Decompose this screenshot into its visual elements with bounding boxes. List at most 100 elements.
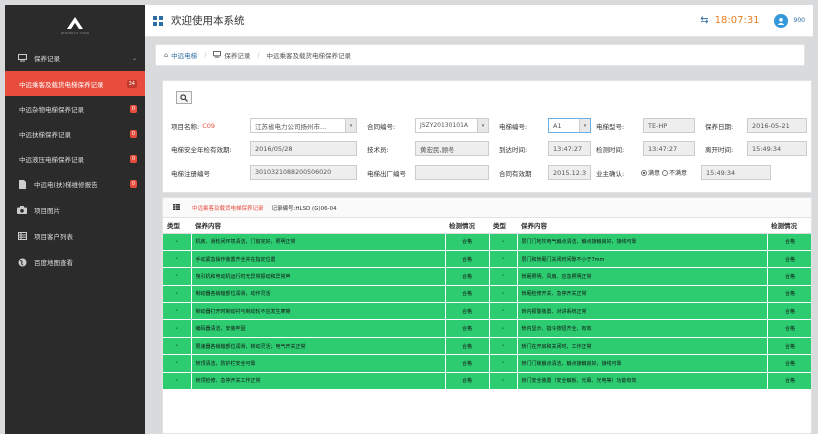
elevator-model-field[interactable]: TE-HP xyxy=(643,118,695,133)
table-row[interactable]: • 轿顶清洁，防护栏安全可靠 合格 • 轿门门锁触点清洁，触点接触良好，接线可靠 合格 xyxy=(163,354,811,373)
factory-no-field[interactable] xyxy=(415,165,489,180)
safety-check-label: 电梯安全年检有效期: xyxy=(171,145,232,154)
sidebar-item-label: 中远乘客及载货电梯保养记录 xyxy=(19,80,104,89)
sidebar-item-escalator[interactable]: 中远扶梯保养记录 0 xyxy=(5,121,145,146)
table-row[interactable]: • 制动器各销轴部位润滑，动作灵活 合格 • 轿厢检修开关、急停开关正常 合格 xyxy=(163,285,811,304)
status-cell: 合格 xyxy=(767,337,811,356)
elevator-no-select[interactable]: A1 ▾ xyxy=(548,118,591,133)
table-row[interactable]: • 编码器清洁，安装牢固 合格 • 轿内显示、指令按钮齐全、有效 合格 xyxy=(163,319,811,338)
globe-icon xyxy=(17,257,27,267)
username[interactable]: 900 xyxy=(794,17,805,24)
status-cell: 合格 xyxy=(445,250,490,269)
count-badge: 0 xyxy=(129,104,137,113)
radio-unsatisfied[interactable]: 不满意 xyxy=(662,168,687,177)
maintenance-item: 轿厢照明、风扇、应急照明正常 xyxy=(517,267,768,286)
table-row[interactable]: • 曳引机和电动机运行时无异常振动和异常声 合格 • 轿厢照明、风扇、应急照明正常 合格 xyxy=(163,267,811,286)
breadcrumb-home[interactable]: 中远电梯 xyxy=(171,50,197,60)
maint-date-field[interactable]: 2016-05-21 xyxy=(747,118,807,133)
leave-time-label: 离开时间: xyxy=(705,145,734,154)
list-icon xyxy=(17,231,27,241)
record-number: 记录编号:HLSD (G)06-04 xyxy=(271,205,337,212)
monitor-icon xyxy=(17,53,27,63)
sidebar-item-baidu-map[interactable]: 百度地图查看 xyxy=(5,249,145,275)
refresh-icon[interactable]: ⇆ xyxy=(700,15,708,26)
document-icon xyxy=(17,179,27,189)
home-icon: ⌂ xyxy=(164,51,169,59)
contract-no-select[interactable]: JSZY20130101A ▾ xyxy=(415,118,489,133)
type-marker: • xyxy=(489,267,518,286)
elevator-model-label: 电梯型号: xyxy=(596,122,625,131)
sidebar-item-label: 中远扶梯保养记录 xyxy=(19,130,71,139)
sidebar-item-repair-report[interactable]: 中远电(扶)梯维修报告 0 xyxy=(5,171,145,197)
type-marker: • xyxy=(163,337,192,356)
search-button[interactable] xyxy=(176,91,192,104)
contract-no-label: 合同编号: xyxy=(367,122,396,131)
sidebar-item-label: 项目客户列表 xyxy=(34,233,73,241)
maintenance-item: 层门和轿厢门关闭时间隙不小于7mm xyxy=(517,250,768,269)
top-header: 欢迎使用本系统 ⇆ 18:07:31 900 xyxy=(145,5,813,37)
record-form-panel: 项目名称: C09 江苏省电力公司扬州市... ▾ 合同编号: JSZY2013… xyxy=(162,80,812,193)
maintenance-item: 层门门地坎电气触点清洁，触点接触良好，接线可靠 xyxy=(517,233,768,251)
type-marker: • xyxy=(163,250,192,269)
table-icon xyxy=(173,203,180,212)
company-logo-icon xyxy=(67,16,83,29)
maintenance-item: 轿厢检修开关、急停开关正常 xyxy=(517,285,768,304)
sidebar-item-dumbwaiter[interactable]: 中远杂物电梯保养记录 0 xyxy=(5,96,145,121)
status-cell: 合格 xyxy=(767,267,811,286)
maintenance-item: 限速器各销轴部位润滑，转动灵活；电气开关正常 xyxy=(191,337,446,356)
sidebar-item-passenger-elevator[interactable]: 中远乘客及载货电梯保养记录 34 xyxy=(5,71,145,96)
status-cell: 合格 xyxy=(445,319,490,338)
maintenance-item: 制动器各销轴部位润滑，动作灵活 xyxy=(191,285,446,304)
leave-time-field[interactable]: 15:49:34 xyxy=(747,141,807,156)
maintenance-record-table-panel: 中远乘客及载货电梯保养记录 记录编号:HLSD (G)06-04 类型 保养内容… xyxy=(162,197,812,434)
technician-field[interactable]: 黄宏民,顾冬 xyxy=(415,141,489,156)
sidebar-item-label: 百度地图查看 xyxy=(34,259,73,267)
breadcrumb-level1[interactable]: 保养记录 xyxy=(224,50,250,60)
confirm-time-field[interactable]: 15:49:34 xyxy=(701,165,771,180)
check-time-field[interactable]: 13:47:27 xyxy=(643,141,695,156)
reg-no-field[interactable]: 3010321088200506020 xyxy=(250,165,357,180)
breadcrumb-current: 中远乘客及载货电梯保养记录 xyxy=(266,52,352,60)
search-icon xyxy=(180,93,188,102)
elevator-no-value: A1 xyxy=(553,121,562,130)
safety-check-field[interactable]: 2016/05/28 xyxy=(250,141,357,156)
chevron-down-icon: ▾ xyxy=(579,119,590,132)
type-marker: • xyxy=(163,354,192,373)
maintenance-item: 轿顶清洁，防护栏安全可靠 xyxy=(191,354,446,373)
sidebar-item-maintenance-records[interactable]: 保养记录 ⌄ xyxy=(5,45,145,71)
factory-no-label: 电梯出厂编号 xyxy=(367,169,406,178)
maintenance-item: 轿顶检修、急停开关工作正常 xyxy=(191,372,446,391)
avatar[interactable] xyxy=(773,13,788,28)
table-row[interactable]: • 手动紧急操作装置齐全并在指定位置 合格 • 层门和轿厢门关闭时间隙不小于7mm 合格 xyxy=(163,250,811,269)
grid-icon[interactable] xyxy=(153,15,163,26)
table-row[interactable]: • 机房、滑轮间环境清洁，门窗完好，照明正常 合格 • 层门门地坎电气触点清洁，触点接触… xyxy=(163,233,811,251)
page-title: 欢迎使用本系统 xyxy=(171,15,245,27)
logo-subtitle: ZHONGYU YUAN xyxy=(61,30,89,35)
status-cell: 合格 xyxy=(767,372,811,391)
status-cell: 合格 xyxy=(445,233,490,251)
table-row[interactable]: • 轿顶检修、急停开关工作正常 合格 • 轿门安全装置（安全触板、光幕、光电等）功能有效… xyxy=(163,372,811,391)
sidebar-item-project-photos[interactable]: 项目图片 xyxy=(5,197,145,223)
status-cell: 合格 xyxy=(767,250,811,269)
maintenance-item: 轿内报警装置、对讲系统正常 xyxy=(517,302,768,321)
maintenance-item: 制动器打开时制动衬与制动轮不应发生摩擦 xyxy=(191,302,446,321)
sidebar-item-hydraulic-elevator[interactable]: 中远液压电梯保养记录 0 xyxy=(5,146,145,171)
sidebar-item-label: 中远杂物电梯保养记录 xyxy=(19,105,84,114)
table-row[interactable]: • 制动器打开时制动衬与制动轮不应发生摩擦 合格 • 轿内报警装置、对讲系统正常 合格 xyxy=(163,302,811,321)
col-header-content: 保养内容 xyxy=(517,218,767,234)
maintenance-item: 轿门安全装置（安全触板、光幕、光电等）功能有效 xyxy=(517,372,768,391)
col-header-content: 保养内容 xyxy=(191,218,445,234)
maintenance-item: 手动紧急操作装置齐全并在指定位置 xyxy=(191,250,446,269)
sidebar-item-customer-list[interactable]: 项目客户列表 xyxy=(5,223,145,249)
radio-satisfied[interactable]: 满意 xyxy=(641,168,660,177)
maintenance-item: 轿内显示、指令按钮齐全、有效 xyxy=(517,319,768,338)
contract-no-value: JSZY20130101A xyxy=(420,122,468,129)
contract-valid-field[interactable]: 2015.12.3 xyxy=(548,165,591,180)
chevron-down-icon: ▾ xyxy=(345,119,356,132)
table-row[interactable]: • 限速器各销轴部位润滑，转动灵活；电气开关正常 合格 • 轿门在开启和关闭时，工作正常… xyxy=(163,337,811,356)
type-marker: • xyxy=(489,302,518,321)
reg-no-label: 电梯注册编号 xyxy=(171,169,210,178)
arrive-time-field[interactable]: 13:47:27 xyxy=(548,141,591,156)
type-marker: • xyxy=(489,250,518,269)
project-name-select[interactable]: 江苏省电力公司扬州市... ▾ xyxy=(250,118,357,133)
